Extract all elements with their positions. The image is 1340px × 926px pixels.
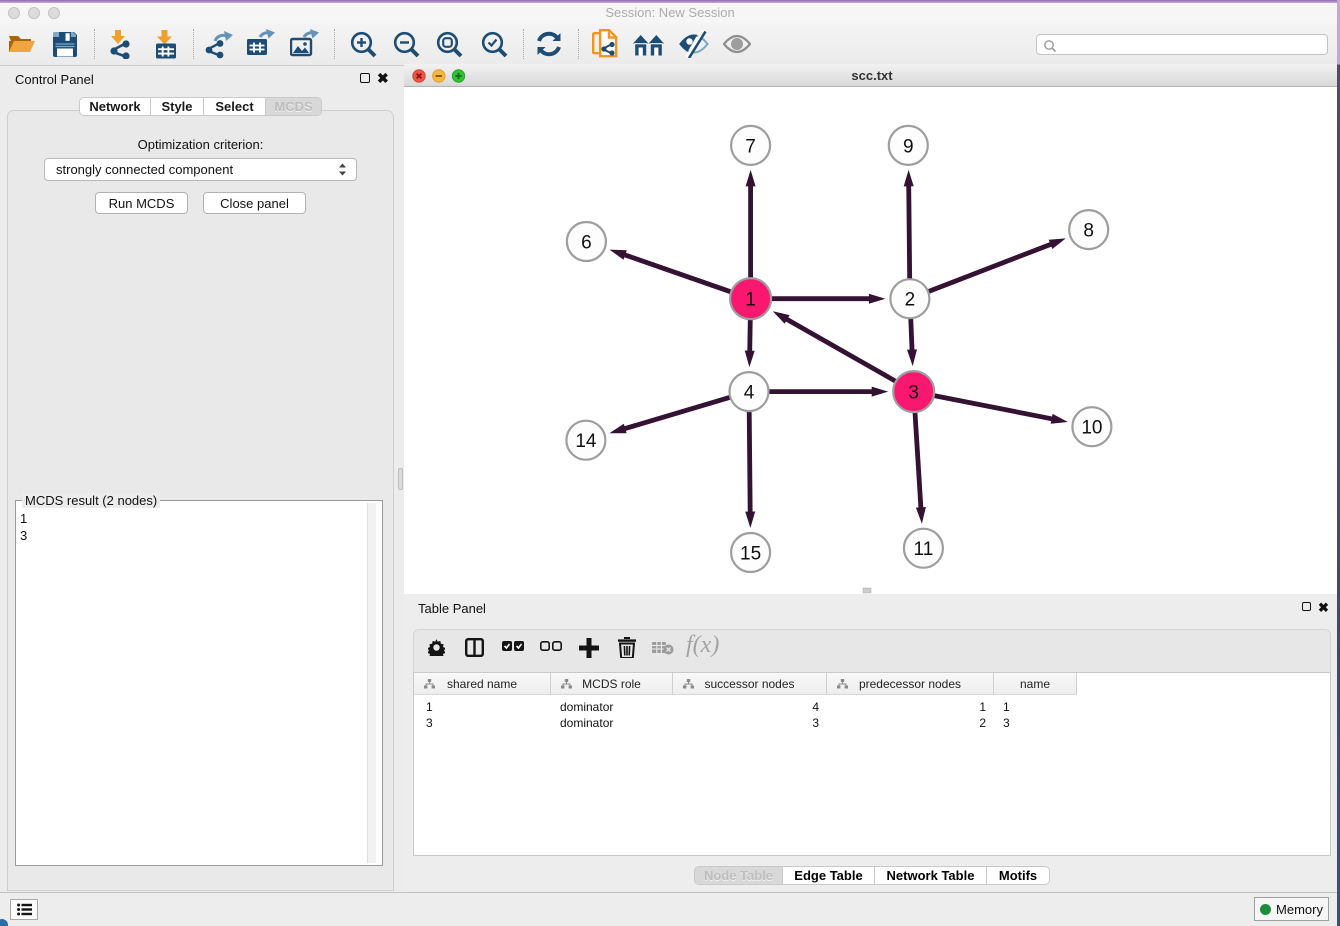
svg-text:11: 11 [914,539,934,560]
svg-text:1: 1 [745,290,756,311]
svg-text:2: 2 [905,290,916,311]
svg-text:10: 10 [1081,418,1102,439]
svg-text:4: 4 [744,383,755,404]
svg-text:8: 8 [1083,221,1094,242]
svg-text:15: 15 [740,544,761,565]
svg-text:9: 9 [903,136,914,157]
svg-text:6: 6 [581,233,592,254]
svg-text:7: 7 [745,136,756,157]
svg-text:3: 3 [908,383,919,404]
svg-text:14: 14 [575,431,597,452]
